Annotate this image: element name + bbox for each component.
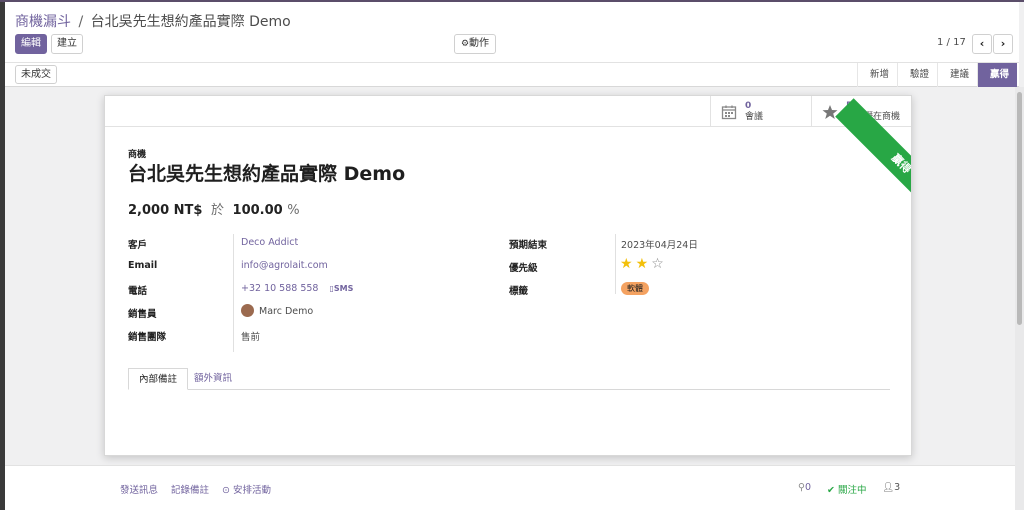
control-panel: 商機漏斗 / 台北吳先生想約產品實際 Demo 編輯 建立 ⚙動作 1 / 17…	[5, 2, 1019, 62]
attachments-button[interactable]: ⚲0	[798, 482, 811, 493]
probability-unit: %	[287, 203, 300, 218]
stage-proposition[interactable]: 建議	[937, 63, 977, 87]
email-label: Email	[128, 260, 158, 271]
stage-steps: 新增 驗證 建議 贏得	[857, 63, 1018, 87]
stage-won[interactable]: 贏得	[977, 63, 1018, 87]
attachments-count: 0	[804, 482, 812, 493]
tags-field[interactable]: 軟體	[621, 282, 649, 295]
breadcrumb-parent-link[interactable]: 商機漏斗	[15, 14, 71, 30]
deadline-label: 預期結束	[509, 240, 548, 251]
tag-badge: 軟體	[621, 282, 649, 295]
chatter-bar: 發送訊息 記錄備註 ⊙ 安排活動 ⚲0 ✔ 關注中 👤︎3	[5, 465, 1015, 510]
priority-label: 優先級	[509, 263, 538, 274]
calendar-icon	[721, 105, 737, 119]
chevron-right-icon: ›	[1000, 37, 1006, 50]
user-icon: 👤︎	[882, 482, 895, 493]
customer-field[interactable]: Deco Addict	[241, 237, 298, 248]
salesperson-field[interactable]: Marc Demo	[241, 304, 314, 318]
form-sheet: 0會議 5類似潛在商機 贏得 商機 台北吳先生想約產品實際 Demo 2,000…	[104, 95, 912, 456]
sms-label: SMS	[333, 284, 354, 293]
email-field[interactable]: info@agrolait.com	[241, 260, 328, 271]
stage-new[interactable]: 新增	[857, 63, 897, 87]
schedule-activity-button[interactable]: ⊙ 安排活動	[222, 482, 271, 496]
probability-value[interactable]: 100.00	[233, 203, 283, 218]
action-button[interactable]: ⚙動作	[454, 34, 496, 54]
priority-star-icon[interactable]: ★	[620, 256, 633, 272]
priority-widget: ★ ★ ☆	[620, 257, 664, 271]
followers-count: 3	[894, 482, 901, 493]
gear-icon: ⚙	[460, 39, 470, 49]
meetings-label: 會議	[745, 111, 764, 122]
tags-label: 標籤	[509, 286, 529, 297]
chevron-left-icon: ‹	[979, 37, 985, 50]
breadcrumb-current: 台北吳先生想約產品實際 Demo	[90, 14, 291, 30]
revenue-line: 2,000 NT$ 於 100.00 %	[128, 199, 300, 218]
salesperson-name: Marc Demo	[259, 306, 314, 317]
phone-field[interactable]: +32 10 588 558	[241, 283, 318, 294]
at-word: 於	[210, 203, 224, 218]
left-group-separator	[233, 234, 234, 352]
tab-extra-info[interactable]: 額外資訊	[184, 368, 242, 390]
phone-label: 電話	[128, 286, 148, 297]
pager-value[interactable]: 1 / 17	[937, 37, 966, 48]
follow-button[interactable]: ✔ 關注中	[827, 482, 867, 496]
send-message-button[interactable]: 發送訊息	[120, 482, 158, 496]
right-group-separator	[615, 234, 616, 294]
phone-row: +32 10 588 558 ▯SMS	[241, 283, 353, 294]
breadcrumb: 商機漏斗 / 台北吳先生想約產品實際 Demo	[15, 11, 291, 31]
log-note-button[interactable]: 記錄備註	[171, 482, 209, 496]
expected-revenue[interactable]: 2,000 NT$	[128, 203, 202, 218]
followers-button[interactable]: 👤︎3	[882, 482, 900, 493]
paperclip-icon: ⚲	[798, 482, 805, 493]
breadcrumb-separator: /	[78, 14, 84, 30]
avatar	[241, 304, 254, 317]
schedule-activity-label: 安排活動	[233, 485, 272, 496]
edit-button[interactable]: 編輯	[15, 34, 47, 54]
statusbar: 未成交 新增 驗證 建議 贏得	[5, 62, 1019, 87]
priority-star-icon[interactable]: ★	[636, 256, 649, 272]
priority-star-empty-icon[interactable]: ☆	[651, 256, 664, 272]
tab-internal-notes[interactable]: 內部備註	[128, 368, 189, 390]
deadline-field[interactable]: 2023年04月24日	[621, 237, 698, 251]
scrollbar-thumb[interactable]	[1017, 92, 1022, 325]
check-icon: ✔	[827, 485, 835, 496]
salesperson-label: 銷售員	[128, 309, 157, 320]
following-label: 關注中	[838, 485, 867, 496]
pager-previous-button[interactable]: ‹	[972, 34, 992, 54]
sales-team-label: 銷售團隊	[128, 332, 167, 343]
action-button-label: 動作	[469, 38, 490, 49]
record-title[interactable]: 台北吳先生想約產品實際 Demo	[128, 159, 405, 186]
clock-icon: ⊙	[222, 485, 230, 496]
sales-team-field[interactable]: 售前	[241, 329, 260, 343]
pager-next-button[interactable]: ›	[993, 34, 1013, 54]
customer-label: 客戶	[128, 240, 148, 251]
stage-qualified[interactable]: 驗證	[897, 63, 937, 87]
mark-lost-button[interactable]: 未成交	[15, 65, 57, 84]
sms-button[interactable]: ▯SMS	[330, 284, 354, 293]
meetings-smart-button[interactable]: 0 會議	[710, 96, 811, 127]
notebook-tabs: 內部備註 額外資訊	[128, 368, 890, 390]
meetings-count: 0	[745, 100, 752, 111]
create-button[interactable]: 建立	[51, 34, 83, 54]
smart-button-box: 0會議 5類似潛在商機	[105, 96, 911, 127]
